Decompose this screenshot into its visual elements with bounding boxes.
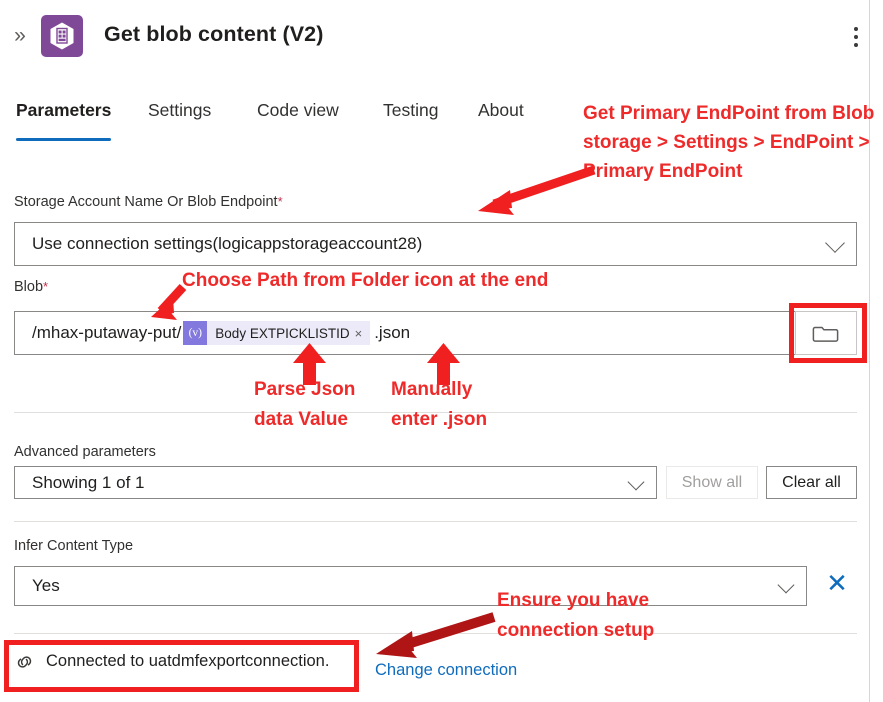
- connection-status-text: Connected to uatdmfexportconnection.: [46, 652, 330, 670]
- advanced-parameters-value: Showing 1 of 1: [32, 472, 145, 492]
- section-divider: [14, 521, 857, 522]
- storage-account-value: Use connection settings(logicappstoragea…: [32, 234, 423, 253]
- blob-label-text: Blob: [14, 279, 44, 295]
- chevron-down-icon: [825, 233, 845, 253]
- clear-parameter-icon[interactable]: ✕: [820, 566, 854, 600]
- connection-link-icon: [14, 653, 35, 671]
- tab-bar: Parameters Settings Code view Testing Ab…: [0, 100, 870, 150]
- storage-account-label-text: Storage Account Name Or Blob Endpoint: [14, 194, 278, 210]
- token-remove-icon[interactable]: ×: [355, 326, 371, 341]
- token-label: Body EXTPICKLISTID: [215, 325, 350, 341]
- action-details-panel: » Get blob content (V2) Parameters Setti…: [0, 0, 870, 702]
- blob-label: Blob*: [14, 279, 48, 295]
- infer-content-type-label: Infer Content Type: [14, 538, 134, 554]
- expression-variable-icon: (v): [183, 321, 208, 345]
- dynamic-content-token[interactable]: (v) Body EXTPICKLISTID ×: [183, 321, 371, 345]
- more-options-icon[interactable]: [843, 22, 869, 52]
- tab-code-view[interactable]: Code view: [257, 100, 339, 131]
- panel-right-gutter: [871, 0, 883, 702]
- advanced-parameters-dropdown[interactable]: Showing 1 of 1: [14, 466, 657, 499]
- section-divider: [14, 412, 857, 413]
- chevron-down-icon: [777, 576, 795, 594]
- tab-parameters[interactable]: Parameters: [16, 100, 112, 141]
- required-asterisk: *: [277, 194, 283, 209]
- chevron-down-icon: [627, 473, 645, 490]
- blob-path-prefix: /mhax-putaway-put/: [32, 323, 182, 342]
- change-connection-link[interactable]: Change connection: [375, 661, 517, 680]
- panel-header: » Get blob content (V2): [0, 0, 870, 78]
- show-all-button[interactable]: Show all: [666, 466, 758, 499]
- page-title: Get blob content (V2): [104, 22, 324, 46]
- folder-picker-icon[interactable]: [795, 311, 857, 355]
- blob-path-suffix: .json: [374, 323, 411, 342]
- tab-testing[interactable]: Testing: [383, 100, 438, 131]
- blob-input[interactable]: /mhax-putaway-put/ (v) Body EXTPICKLISTI…: [14, 311, 800, 355]
- storage-account-dropdown[interactable]: Use connection settings(logicappstoragea…: [14, 222, 857, 266]
- infer-content-type-value: Yes: [32, 576, 60, 595]
- section-divider: [14, 633, 857, 634]
- advanced-parameters-label: Advanced parameters: [14, 444, 156, 460]
- clear-all-button[interactable]: Clear all: [766, 466, 857, 499]
- azure-blob-connector-icon: [41, 15, 83, 57]
- required-asterisk: *: [43, 279, 49, 294]
- connection-status: Connected to uatdmfexportconnection.: [14, 652, 329, 671]
- tab-settings[interactable]: Settings: [148, 100, 211, 131]
- infer-content-type-dropdown[interactable]: Yes: [14, 566, 807, 606]
- tab-about[interactable]: About: [478, 100, 524, 131]
- storage-account-label: Storage Account Name Or Blob Endpoint*: [14, 194, 283, 210]
- expand-chevrons-icon[interactable]: »: [6, 22, 34, 50]
